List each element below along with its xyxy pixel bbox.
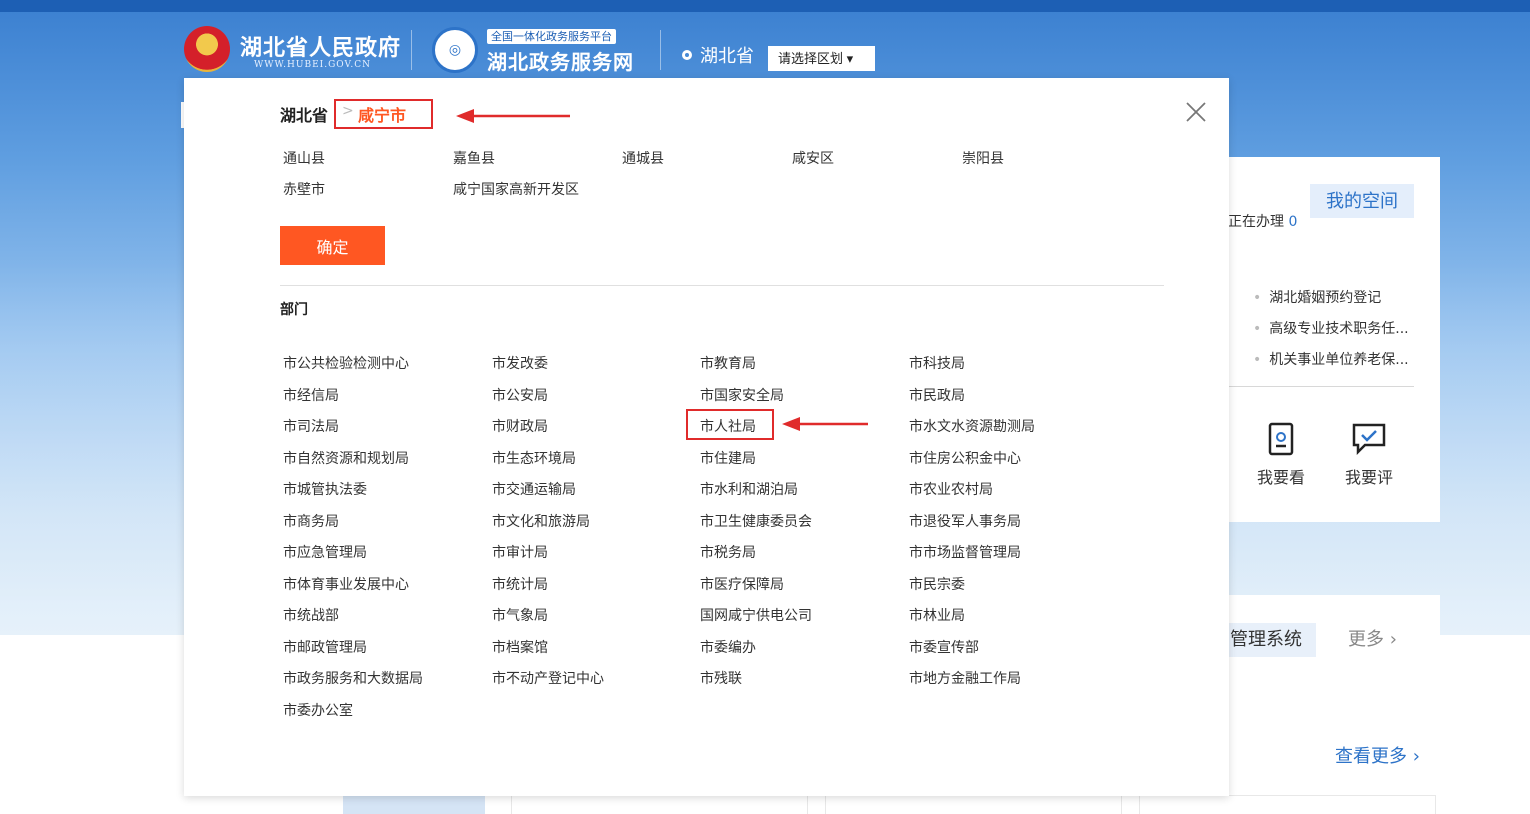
department-option[interactable]: 市财政局 — [492, 416, 548, 436]
district-option[interactable]: 赤壁市 — [283, 179, 325, 199]
view-action-button[interactable]: 我要看 — [1246, 422, 1316, 488]
region-picker-modal: 湖北省 > 咸宁市 通山县 嘉鱼县 通城县 咸安区 崇阳县 赤壁市 咸宁国家高新… — [184, 78, 1229, 796]
department-option[interactable]: 市发改委 — [492, 353, 548, 373]
annotation-box-department — [686, 409, 774, 440]
district-option[interactable]: 嘉鱼县 — [453, 148, 495, 168]
department-option[interactable]: 市水文水资源勘测局 — [909, 416, 1035, 436]
doing-status: 正在办理 0 — [1228, 211, 1297, 231]
news-item[interactable]: 湖北婚姻预约登记 — [1253, 283, 1423, 314]
department-option[interactable]: 市残联 — [700, 668, 742, 688]
district-option[interactable]: 通山县 — [283, 148, 325, 168]
news-list: 湖北婚姻预约登记 高级专业技术职务任... 机关事业单位养老保... — [1253, 283, 1423, 376]
department-option[interactable]: 市卫生健康委员会 — [700, 511, 812, 531]
close-icon[interactable] — [1184, 100, 1208, 124]
department-option[interactable]: 市林业局 — [909, 605, 965, 625]
rate-action-label: 我要评 — [1344, 468, 1393, 487]
department-option[interactable]: 市市场监督管理局 — [909, 542, 1021, 562]
department-option[interactable]: 市邮政管理局 — [283, 637, 367, 657]
department-heading: 部门 — [280, 302, 308, 318]
annotation-arrow-icon — [782, 417, 868, 431]
breadcrumb-province[interactable]: 湖北省 — [280, 102, 328, 126]
department-option[interactable]: 市委编办 — [700, 637, 756, 657]
department-option[interactable]: 市不动产登记中心 — [492, 668, 604, 688]
user-card: 正在办理 0 我的空间 湖北婚姻预约登记 高级专业技术职务任... 机关事业单位… — [1228, 157, 1440, 522]
news-item[interactable]: 机关事业单位养老保... — [1253, 345, 1423, 376]
department-option[interactable]: 市商务局 — [283, 511, 339, 531]
top-bar — [0, 0, 1530, 12]
department-option[interactable]: 市应急管理局 — [283, 542, 367, 562]
confirm-button[interactable]: 确定 — [280, 226, 385, 265]
news-item[interactable]: 高级专业技术职务任... — [1253, 314, 1423, 345]
bottom-tile — [511, 795, 808, 814]
department-option[interactable]: 市统计局 — [492, 574, 548, 594]
department-option[interactable]: 市住建局 — [700, 448, 756, 468]
department-option[interactable]: 市司法局 — [283, 416, 339, 436]
department-option[interactable]: 市统战部 — [283, 605, 339, 625]
department-option[interactable]: 市交通运输局 — [492, 479, 576, 499]
my-space-button[interactable]: 我的空间 — [1310, 184, 1414, 218]
system-tab[interactable]: 管理系统 — [1228, 623, 1316, 657]
location-pin-icon — [682, 50, 692, 60]
location-text: 湖北省 — [700, 46, 754, 67]
site-header: 湖北省人民政府 WWW.HUBEI.GOV.CN ◎ 全国一体化政务服务平台 湖… — [0, 12, 1530, 80]
department-option[interactable]: 市公安局 — [492, 385, 548, 405]
department-option[interactable]: 市科技局 — [909, 353, 965, 373]
department-option[interactable]: 市审计局 — [492, 542, 548, 562]
department-option[interactable]: 市医疗保障局 — [700, 574, 784, 594]
breadcrumb-separator: > — [342, 103, 354, 119]
bottom-tile — [343, 795, 485, 814]
gov-title[interactable]: 湖北省人民政府 — [240, 30, 401, 62]
department-option[interactable]: 市委办公室 — [283, 700, 353, 720]
department-option[interactable]: 市地方金融工作局 — [909, 668, 1021, 688]
department-option[interactable]: 市住房公积金中心 — [909, 448, 1021, 468]
service-title[interactable]: 湖北政务服务网 — [487, 46, 634, 75]
department-option[interactable]: 市城管执法委 — [283, 479, 367, 499]
department-option[interactable]: 市政务服务和大数据局 — [283, 668, 423, 688]
department-option[interactable]: 市退役军人事务局 — [909, 511, 1021, 531]
department-option[interactable]: 市国家安全局 — [700, 385, 784, 405]
department-option[interactable]: 市委宣传部 — [909, 637, 979, 657]
doing-label: 正在办理 — [1228, 214, 1284, 230]
view-action-label: 我要看 — [1256, 468, 1305, 487]
district-option[interactable]: 咸安区 — [792, 148, 834, 168]
department-option[interactable]: 市生态环境局 — [492, 448, 576, 468]
department-option[interactable]: 市教育局 — [700, 353, 756, 373]
department-option[interactable]: 市税务局 — [700, 542, 756, 562]
region-select[interactable]: 请选择区划 ▾ — [768, 46, 875, 71]
bottom-tile — [825, 795, 1122, 814]
district-option[interactable]: 咸宁国家高新开发区 — [453, 179, 579, 199]
breadcrumb-city[interactable]: 咸宁市 — [358, 102, 406, 126]
system-card: 管理系统 更多 › — [1228, 595, 1440, 675]
district-option[interactable]: 崇阳县 — [962, 148, 1004, 168]
rate-action-button[interactable]: 我要评 — [1334, 422, 1404, 488]
more-link[interactable]: 更多 › — [1348, 623, 1397, 657]
doing-count[interactable]: 0 — [1288, 214, 1297, 230]
see-more-link[interactable]: 查看更多 › — [1335, 742, 1420, 768]
department-option[interactable]: 市气象局 — [492, 605, 548, 625]
annotation-arrow-icon — [456, 109, 570, 123]
service-tag: 全国一体化政务服务平台 — [487, 29, 616, 44]
department-option[interactable]: 市民政局 — [909, 385, 965, 405]
header-divider — [411, 30, 412, 70]
department-option[interactable]: 市水利和湖泊局 — [700, 479, 798, 499]
card-divider — [1228, 386, 1414, 387]
modal-divider — [280, 285, 1164, 286]
department-option[interactable]: 市民宗委 — [909, 574, 965, 594]
bottom-tile — [1139, 795, 1436, 814]
department-option[interactable]: 市经信局 — [283, 385, 339, 405]
district-option[interactable]: 通城县 — [622, 148, 664, 168]
department-option[interactable]: 市文化和旅游局 — [492, 511, 590, 531]
department-option[interactable]: 市体育事业发展中心 — [283, 574, 409, 594]
department-option[interactable]: 市自然资源和规划局 — [283, 448, 409, 468]
service-logo-icon: ◎ — [432, 27, 478, 73]
department-option[interactable]: 国网咸宁供电公司 — [700, 605, 812, 625]
gov-url: WWW.HUBEI.GOV.CN — [254, 60, 372, 70]
department-option[interactable]: 市农业农村局 — [909, 479, 993, 499]
national-emblem-icon — [184, 26, 230, 72]
header-divider — [660, 30, 661, 70]
department-option[interactable]: 市档案馆 — [492, 637, 548, 657]
document-eye-icon — [1268, 422, 1294, 456]
chat-check-icon — [1352, 423, 1386, 456]
department-option[interactable]: 市公共检验检测中心 — [283, 353, 409, 373]
